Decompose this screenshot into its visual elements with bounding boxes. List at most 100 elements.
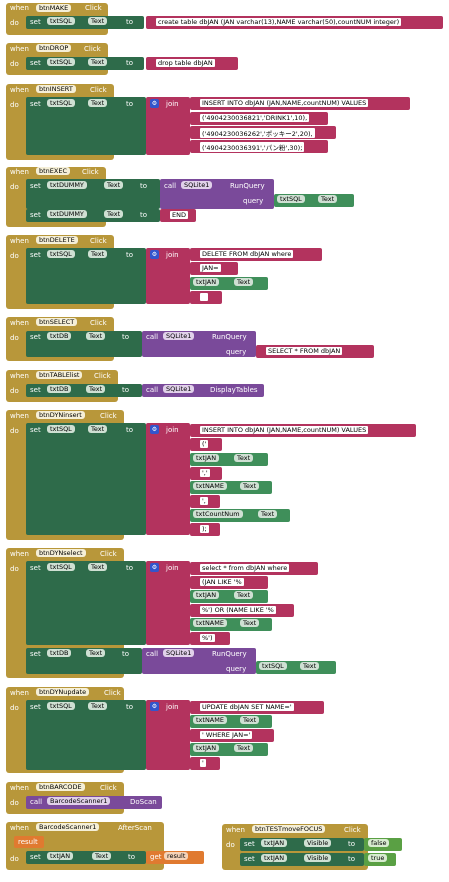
component-dropdown[interactable]: txtJAN	[47, 852, 74, 860]
component-dropdown[interactable]: txtJAN	[193, 278, 220, 286]
component-dropdown[interactable]: SQLite1	[163, 332, 195, 340]
property-dropdown[interactable]: Text	[318, 195, 338, 203]
component-dropdown[interactable]: txtCountNum	[193, 510, 243, 518]
set-block[interactable]	[240, 838, 364, 851]
text-value[interactable]: ('4904230036821','DRINK1',10),	[200, 114, 310, 122]
component-dropdown[interactable]: SQLite1	[163, 649, 195, 657]
property-dropdown[interactable]: Text	[88, 425, 108, 433]
component-dropdown[interactable]: txtDB	[47, 649, 72, 657]
set-block[interactable]	[240, 853, 364, 866]
property-dropdown[interactable]: Text	[88, 99, 108, 107]
property-dropdown[interactable]: Visible	[304, 854, 332, 862]
text-value[interactable]: );	[200, 525, 209, 533]
component-dropdown[interactable]: txtSQL	[47, 702, 75, 710]
button-dropdown[interactable]: btnDYNselect	[36, 549, 86, 557]
text-value[interactable]: ('4904230036262','ポッキー2',20),	[200, 128, 315, 138]
button-dropdown[interactable]: btnINSERT	[36, 85, 76, 93]
component-dropdown[interactable]: txtSQL	[47, 563, 75, 571]
text-value[interactable]: (JAN LIKE '%	[200, 578, 244, 586]
text-value[interactable]: drop table dbJAN	[156, 59, 215, 67]
variable-dropdown[interactable]: result	[164, 852, 189, 860]
component-dropdown[interactable]: txtJAN	[193, 591, 220, 599]
component-dropdown[interactable]: txtSQL	[277, 195, 305, 203]
text-value[interactable]: %')	[200, 634, 215, 642]
component-dropdown[interactable]: txtDB	[47, 385, 72, 393]
component-dropdown[interactable]: txtSQL	[47, 17, 75, 25]
property-dropdown[interactable]: Text	[86, 385, 106, 393]
text-value[interactable]: INSERT INTO dbJAN (JAN,NAME,countNUM) VA…	[200, 426, 369, 434]
text-value[interactable]: %') OR (NAME LIKE '%	[200, 606, 276, 614]
property-dropdown[interactable]: Text	[234, 454, 254, 462]
component-dropdown[interactable]: BarcodeScanner1	[47, 797, 111, 805]
property-dropdown[interactable]: Text	[86, 332, 106, 340]
text-value[interactable]: UPDATE dbJAN SET NAME='	[200, 703, 294, 711]
gear-icon[interactable]: ⚙	[150, 250, 159, 259]
property-dropdown[interactable]: Text	[240, 716, 260, 724]
component-dropdown[interactable]: BarcodeScanner1	[36, 823, 100, 831]
property-dropdown[interactable]: Text	[240, 619, 260, 627]
button-dropdown[interactable]: btnDROP	[36, 44, 72, 52]
component-dropdown[interactable]: txtNAME	[193, 619, 227, 627]
button-dropdown[interactable]: btnEXEC	[36, 167, 70, 175]
text-value[interactable]: END	[170, 211, 188, 219]
component-dropdown[interactable]: SQLite1	[163, 385, 195, 393]
text-value[interactable]	[200, 293, 208, 301]
join-block[interactable]	[146, 561, 190, 645]
boolean-dropdown[interactable]: true	[368, 854, 388, 862]
component-dropdown[interactable]: txtDUMMY	[47, 181, 87, 189]
component-dropdown[interactable]: txtSQL	[47, 250, 75, 258]
property-dropdown[interactable]: Text	[240, 482, 260, 490]
button-dropdown[interactable]: btnDELETE	[36, 236, 78, 244]
component-dropdown[interactable]: txtSQL	[47, 99, 75, 107]
text-value[interactable]: SELECT * FROM dbJAN	[266, 347, 343, 355]
button-dropdown[interactable]: btnMAKE	[36, 4, 72, 12]
button-dropdown[interactable]: btnBARCODE	[36, 783, 85, 791]
component-dropdown[interactable]: txtDB	[47, 332, 72, 340]
join-block[interactable]	[146, 423, 190, 535]
text-value[interactable]: ('	[200, 440, 209, 448]
button-dropdown[interactable]: btnDYNinsert	[36, 411, 85, 419]
property-dropdown[interactable]: Text	[234, 278, 254, 286]
text-value[interactable]: '	[200, 759, 206, 767]
property-dropdown[interactable]: Text	[234, 744, 254, 752]
property-dropdown[interactable]: Text	[234, 591, 254, 599]
component-dropdown[interactable]: txtJAN	[193, 744, 220, 752]
property-dropdown[interactable]: Text	[88, 563, 108, 571]
gear-icon[interactable]: ⚙	[150, 563, 159, 572]
property-dropdown[interactable]: Text	[88, 17, 108, 25]
text-value[interactable]: ('4904230036391','パン粉',30);	[200, 142, 305, 152]
button-dropdown[interactable]: btnTABLElist	[36, 371, 83, 379]
text-value[interactable]: create table dbJAN (JAN varchar(13),NAME…	[156, 18, 402, 26]
property-dropdown[interactable]: Text	[258, 510, 278, 518]
property-dropdown[interactable]: Text	[104, 181, 124, 189]
gear-icon[interactable]: ⚙	[150, 99, 159, 108]
component-dropdown[interactable]: txtSQL	[259, 662, 287, 670]
property-dropdown[interactable]: Text	[86, 649, 106, 657]
property-dropdown[interactable]: Text	[88, 702, 108, 710]
button-dropdown[interactable]: btnDYNupdate	[36, 688, 90, 696]
text-value[interactable]: ',	[200, 497, 208, 505]
button-dropdown[interactable]: btnTESTmoveFOCUS	[252, 825, 326, 833]
set-block[interactable]	[26, 423, 146, 535]
text-value[interactable]: select * from dbJAN where	[200, 564, 290, 572]
property-dropdown[interactable]: Visible	[304, 839, 332, 847]
component-dropdown[interactable]: txtJAN	[261, 839, 288, 847]
gear-icon[interactable]: ⚙	[150, 702, 159, 711]
property-dropdown[interactable]: Text	[300, 662, 320, 670]
button-dropdown[interactable]: btnSELECT	[36, 318, 78, 326]
boolean-dropdown[interactable]: false	[368, 839, 390, 847]
set-block[interactable]	[26, 561, 146, 645]
text-value[interactable]: JAN=	[200, 264, 221, 272]
component-dropdown[interactable]: txtNAME	[193, 482, 227, 490]
property-dropdown[interactable]: Text	[88, 58, 108, 66]
component-dropdown[interactable]: txtDUMMY	[47, 210, 87, 218]
component-dropdown[interactable]: txtJAN	[261, 854, 288, 862]
property-dropdown[interactable]: Text	[104, 210, 124, 218]
component-dropdown[interactable]: txtSQL	[47, 425, 75, 433]
gear-icon[interactable]: ⚙	[150, 425, 159, 434]
component-dropdown[interactable]: SQLite1	[181, 181, 213, 189]
property-dropdown[interactable]: Text	[88, 250, 108, 258]
property-dropdown[interactable]: Text	[92, 852, 112, 860]
text-value[interactable]: DELETE FROM dbJAN where	[200, 250, 294, 258]
text-value[interactable]: ','	[200, 469, 210, 477]
